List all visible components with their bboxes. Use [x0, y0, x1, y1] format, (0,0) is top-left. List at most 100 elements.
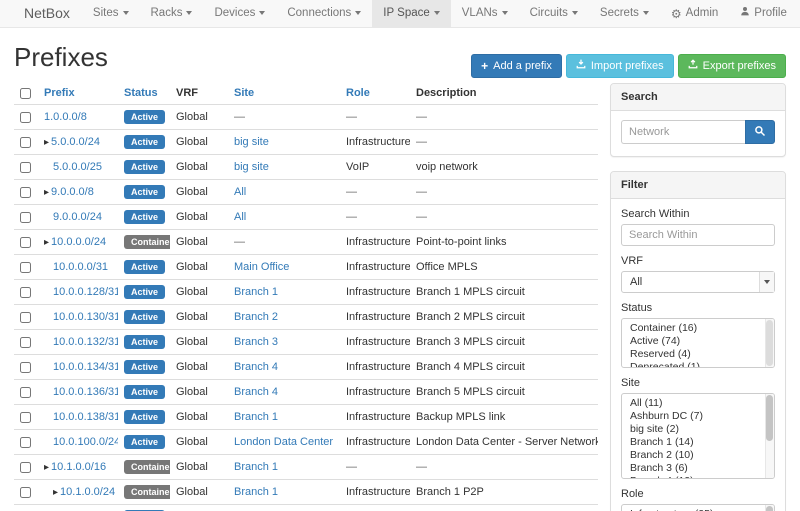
- table-row: ▸5.0.0.0/25 Active Global big site VoIP …: [14, 155, 598, 180]
- site-link[interactable]: Branch 3: [234, 336, 278, 348]
- profile-link[interactable]: Profile: [729, 0, 798, 27]
- vrf-select[interactable]: All: [621, 271, 775, 293]
- column-header[interactable]: Role: [340, 83, 410, 105]
- prefix-link[interactable]: 10.0.0.136/31: [53, 386, 118, 398]
- navbar-menu-item[interactable]: Devices: [203, 0, 276, 27]
- prefix-link[interactable]: 9.0.0.0/8: [51, 186, 94, 198]
- row-checkbox[interactable]: [20, 287, 31, 298]
- status-option[interactable]: Reserved (4): [622, 348, 774, 361]
- site-link[interactable]: Branch 1: [234, 461, 278, 473]
- prefix-link[interactable]: 10.0.0.0/31: [53, 261, 108, 273]
- row-checkbox[interactable]: [20, 412, 31, 423]
- prefix-link[interactable]: 10.0.100.0/24: [53, 436, 118, 448]
- prefix-link[interactable]: 10.0.0.138/31: [53, 411, 118, 423]
- row-checkbox[interactable]: [20, 237, 31, 248]
- vrf-cell: Global: [170, 105, 228, 130]
- navbar-menu-item[interactable]: Secrets: [589, 0, 660, 27]
- navbar-menu-item[interactable]: IP Space: [372, 0, 450, 27]
- navbar-menu-item[interactable]: Racks: [140, 0, 204, 27]
- row-checkbox[interactable]: [20, 162, 31, 173]
- row-checkbox[interactable]: [20, 337, 31, 348]
- site-link[interactable]: All: [234, 211, 246, 223]
- row-checkbox[interactable]: [20, 362, 31, 373]
- column-header[interactable]: Prefix: [38, 83, 118, 105]
- row-checkbox[interactable]: [20, 462, 31, 473]
- prefix-link[interactable]: 10.0.0.130/31: [53, 311, 118, 323]
- column-header[interactable]: Status: [118, 83, 170, 105]
- site-link[interactable]: —: [234, 236, 245, 248]
- site-listbox[interactable]: All (11)Ashburn DC (7)big site (2)Branch…: [621, 393, 775, 479]
- status-option[interactable]: Container (16): [622, 322, 774, 335]
- expand-arrow-icon: ▸: [44, 187, 49, 198]
- status-badge: Active: [124, 310, 165, 324]
- row-checkbox[interactable]: [20, 312, 31, 323]
- status-listbox[interactable]: Container (16)Active (74)Reserved (4)Dep…: [621, 318, 775, 368]
- search-within-input[interactable]: [621, 224, 775, 246]
- prefix-link[interactable]: 10.1.0.0/16: [51, 461, 106, 473]
- status-badge: Active: [124, 210, 165, 224]
- site-link[interactable]: big site: [234, 136, 269, 148]
- admin-link[interactable]: ⚙ Admin: [660, 0, 729, 27]
- site-option[interactable]: All (11): [622, 397, 774, 410]
- status-badge: Active: [124, 110, 165, 124]
- site-link[interactable]: Branch 1: [234, 411, 278, 423]
- export-prefixes-button[interactable]: Export prefixes: [678, 54, 786, 78]
- role-listbox[interactable]: Infrastructure (25)Management (8)Private…: [621, 504, 775, 511]
- row-checkbox[interactable]: [20, 487, 31, 498]
- site-link[interactable]: —: [234, 111, 245, 123]
- navbar-menu-item[interactable]: Circuits: [519, 0, 589, 27]
- import-prefixes-button[interactable]: Import prefixes: [566, 54, 674, 78]
- site-link[interactable]: London Data Center: [234, 436, 333, 448]
- site-link[interactable]: Branch 1: [234, 286, 278, 298]
- site-option[interactable]: big site (2): [622, 423, 774, 436]
- site-link[interactable]: Branch 4: [234, 386, 278, 398]
- row-checkbox[interactable]: [20, 387, 31, 398]
- prefix-link[interactable]: 10.0.0.128/31: [53, 286, 118, 298]
- navbar-menu-item[interactable]: Sites: [82, 0, 140, 27]
- site-link[interactable]: Branch 1: [234, 486, 278, 498]
- select-all-checkbox[interactable]: [20, 88, 31, 99]
- brand-logo[interactable]: NetBox: [12, 0, 82, 27]
- row-checkbox[interactable]: [20, 212, 31, 223]
- add-prefix-button[interactable]: + Add a prefix: [471, 54, 562, 78]
- row-checkbox[interactable]: [20, 437, 31, 448]
- scrollbar-thumb[interactable]: [766, 320, 773, 366]
- column-header[interactable]: Site: [228, 83, 340, 105]
- site-option[interactable]: Branch 1 (14): [622, 436, 774, 449]
- prefix-link[interactable]: 10.0.0.134/31: [53, 361, 118, 373]
- status-option[interactable]: Active (74): [622, 335, 774, 348]
- status-option[interactable]: Deprecated (1): [622, 361, 774, 368]
- site-link[interactable]: big site: [234, 161, 269, 173]
- site-link[interactable]: Main Office: [234, 261, 289, 273]
- site-option[interactable]: Branch 4 (12): [622, 475, 774, 479]
- navbar-menu-item[interactable]: Connections: [276, 0, 372, 27]
- site-link[interactable]: Branch 4: [234, 361, 278, 373]
- search-input[interactable]: [621, 120, 745, 144]
- column-header[interactable]: Description: [410, 83, 598, 105]
- row-checkbox[interactable]: [20, 187, 31, 198]
- prefix-link[interactable]: 5.0.0.0/24: [51, 136, 100, 148]
- search-button[interactable]: [745, 120, 775, 144]
- row-checkbox[interactable]: [20, 262, 31, 273]
- scrollbar-track[interactable]: [765, 505, 774, 511]
- site-option[interactable]: Branch 2 (10): [622, 449, 774, 462]
- role-cell: Infrastructure: [346, 261, 410, 273]
- scrollbar-thumb[interactable]: [766, 395, 773, 441]
- prefix-link[interactable]: 1.0.0.0/8: [44, 111, 87, 123]
- prefix-link[interactable]: 5.0.0.0/25: [53, 161, 102, 173]
- prefix-link[interactable]: 10.1.0.0/24: [60, 486, 115, 498]
- prefix-link[interactable]: 9.0.0.0/24: [53, 211, 102, 223]
- site-option[interactable]: Branch 3 (6): [622, 462, 774, 475]
- site-link[interactable]: All: [234, 186, 246, 198]
- row-checkbox[interactable]: [20, 137, 31, 148]
- site-link[interactable]: Branch 2: [234, 311, 278, 323]
- scrollbar-thumb[interactable]: [766, 506, 773, 511]
- scrollbar-track[interactable]: [765, 394, 774, 478]
- prefix-link[interactable]: 10.0.0.0/24: [51, 236, 106, 248]
- column-header[interactable]: VRF: [170, 83, 228, 105]
- row-checkbox[interactable]: [20, 112, 31, 123]
- scrollbar-track[interactable]: [765, 319, 774, 367]
- site-option[interactable]: Ashburn DC (7): [622, 410, 774, 423]
- navbar-menu-item[interactable]: VLANs: [451, 0, 519, 27]
- prefix-link[interactable]: 10.0.0.132/31: [53, 336, 118, 348]
